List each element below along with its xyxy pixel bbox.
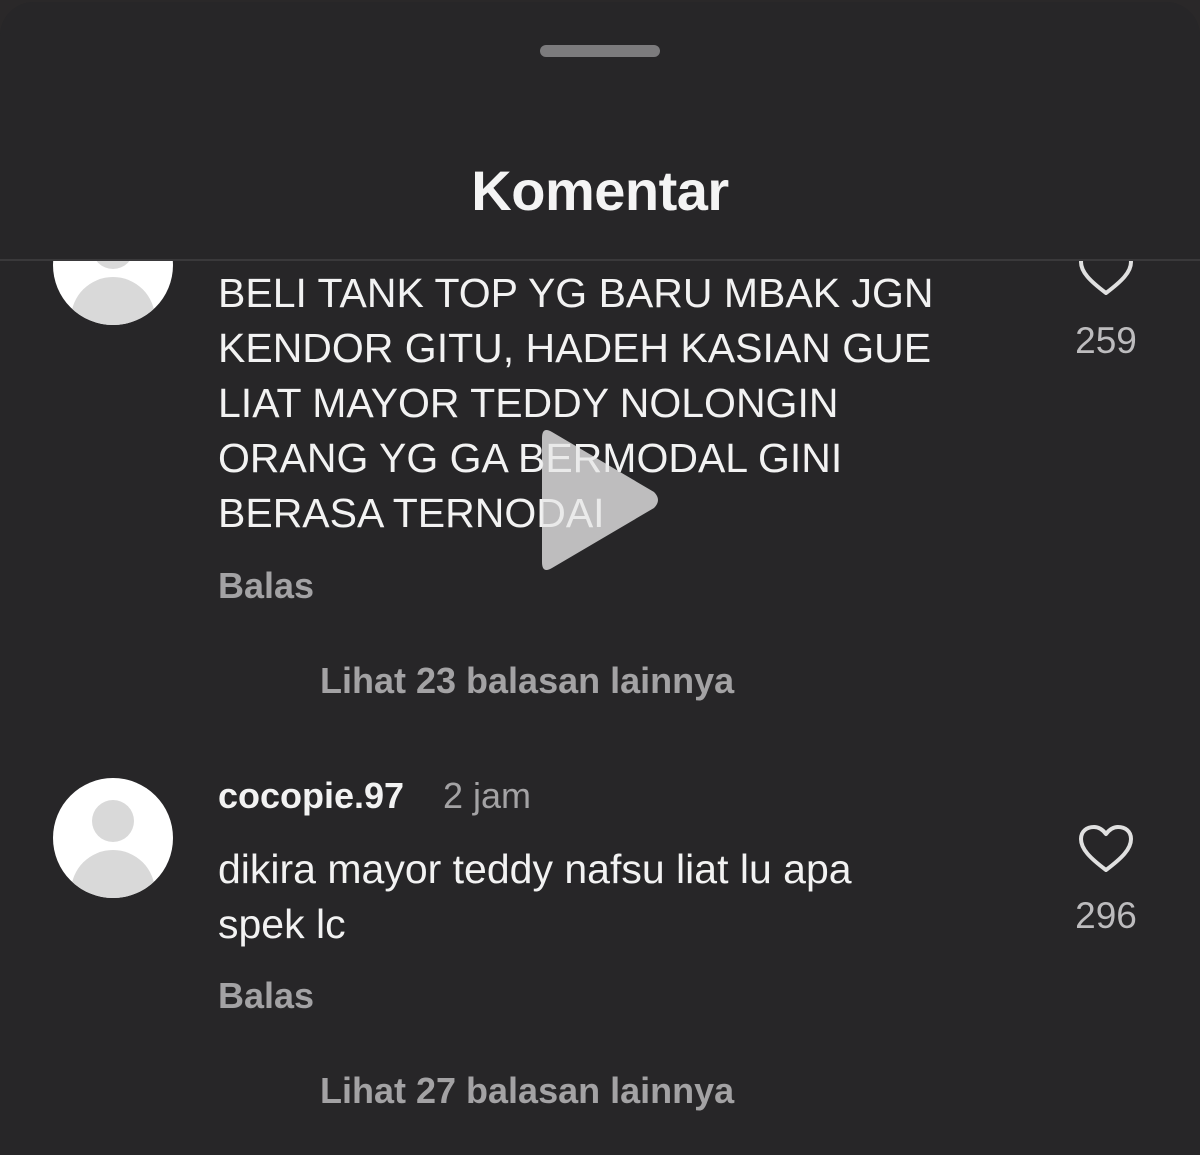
reply-button[interactable]: Balas bbox=[218, 565, 314, 607]
heart-outline-icon[interactable] bbox=[1078, 824, 1134, 874]
play-icon[interactable] bbox=[538, 422, 662, 578]
avatar-body bbox=[71, 277, 155, 325]
like-count: 296 bbox=[1075, 895, 1137, 936]
sheet-header: Komentar bbox=[0, 2, 1200, 260]
comments-sheet: BELI TANK TOP YG BARU MBAK JGN KENDOR GI… bbox=[0, 2, 1200, 1155]
like-count: 259 bbox=[1075, 320, 1137, 361]
sheet-title: Komentar bbox=[471, 159, 729, 222]
screen: BELI TANK TOP YG BARU MBAK JGN KENDOR GI… bbox=[0, 0, 1200, 1155]
avatar-head bbox=[92, 800, 134, 842]
view-replies-button[interactable]: Lihat 27 balasan lainnya bbox=[320, 1070, 734, 1112]
drag-handle[interactable] bbox=[540, 45, 660, 57]
reply-button[interactable]: Balas bbox=[218, 975, 314, 1017]
avatar[interactable] bbox=[53, 778, 173, 898]
avatar-body bbox=[71, 850, 155, 898]
comment-text: dikira mayor teddy nafsu liat lu apa spe… bbox=[218, 846, 852, 947]
comment-timestamp: 2 jam bbox=[443, 775, 532, 816]
header-divider bbox=[0, 259, 1200, 261]
view-replies-button[interactable]: Lihat 23 balasan lainnya bbox=[320, 660, 734, 702]
comment-username[interactable]: cocopie.97 bbox=[218, 775, 404, 817]
